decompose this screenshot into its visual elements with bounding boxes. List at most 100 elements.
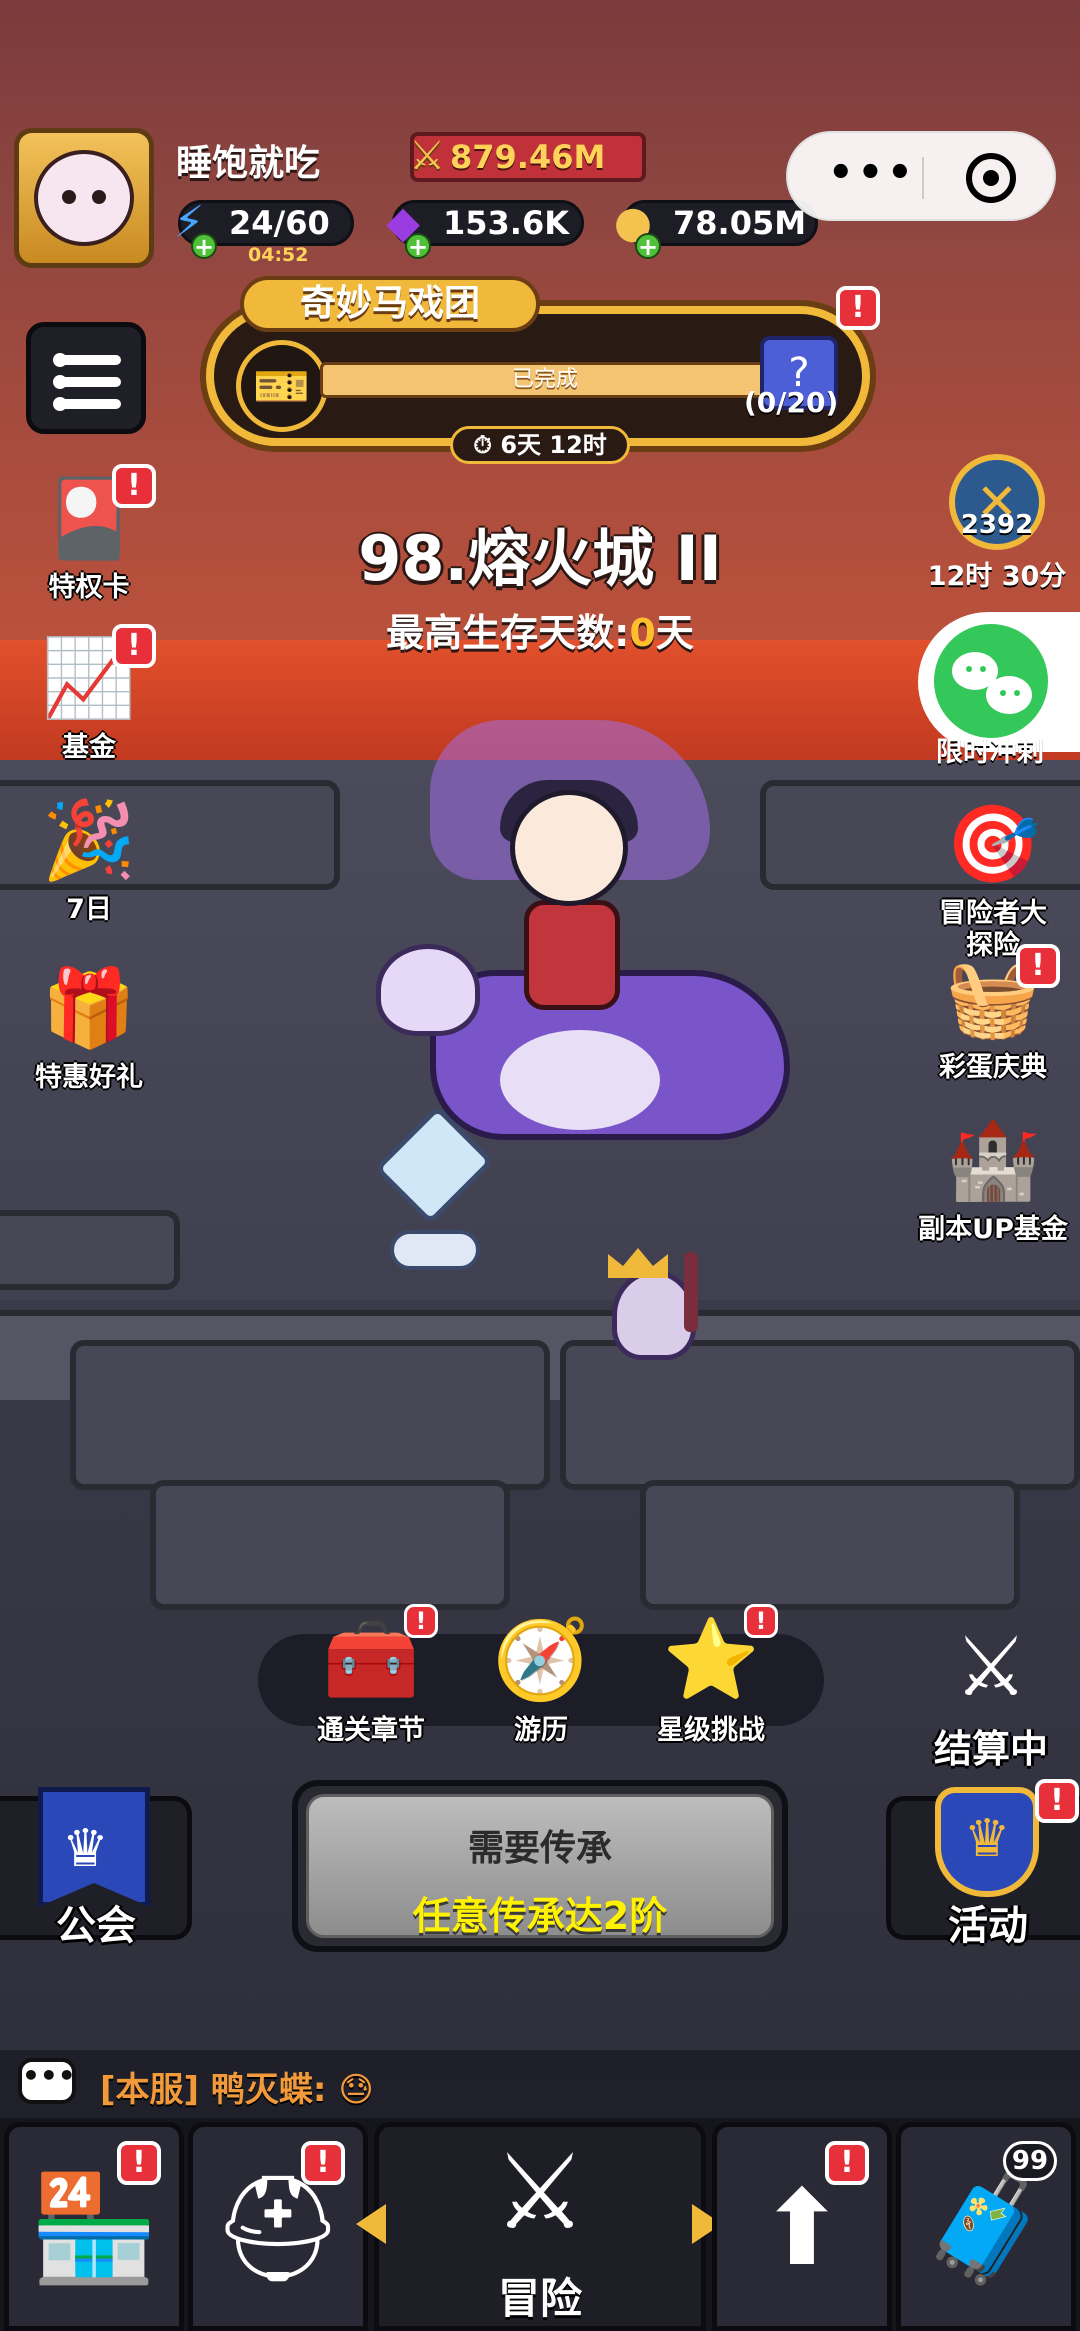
nav-left-arrow-icon[interactable] [356,2204,386,2244]
alert-badge: ! [301,2141,345,2185]
energy-value: 24/60 [229,204,330,242]
fund-button[interactable]: 📈 基金 ! [14,624,164,764]
stone-block [70,1340,550,1490]
treasure-chest-icon: 🧳 [921,2167,1051,2289]
survival-value: 0 [629,611,656,655]
close-miniprogram-icon[interactable] [966,153,1016,203]
crown-icon: ♛ [62,1819,109,1879]
crystal-cloud [390,1230,480,1270]
nav-tab-upgrade[interactable]: ⬆ ! [712,2122,892,2331]
alert-badge: ! [744,1604,778,1638]
activity-button[interactable]: ♛ 活动 ! [886,1779,1080,1949]
menu-line [53,375,121,389]
player-name: 睡饱就吃 [176,143,321,184]
sword-icon: ⚔ [409,133,445,179]
nav-tab-treasure[interactable]: 🧳 99 [896,2122,1076,2331]
alert-badge: ! [404,1604,438,1638]
arena-score: 2392 [960,510,1034,540]
event-reward-count: (0/20) [744,386,839,419]
miniprogram-capsule: ••• [786,131,1056,221]
stone-block [150,1480,510,1610]
alert-badge: ! [117,2141,161,2185]
more-menu-icon[interactable]: ••• [828,153,913,197]
easter-label: 彩蛋庆典 [939,1052,1047,1083]
crystal-gem [373,1104,495,1226]
arena-button[interactable]: ✕ 2392 12时 30分 [922,454,1072,593]
travel-button[interactable]: 🧭 游历 [456,1604,626,1747]
star-challenge-button[interactable]: ⭐ 星级挑战 ! [626,1604,796,1747]
compass-icon: 🧭 [492,1615,590,1705]
stone-block [640,1480,1020,1610]
quest-panel: 需要传承 任意传承达2阶 [306,1794,774,1938]
alert-badge: ! [112,624,156,668]
activity-label: 活动 [948,1903,1028,1949]
chat-message: [本服] 鸭灭蝶: 😓 [100,2062,374,2111]
survival-prefix: 最高生存天数: [386,611,630,655]
wechat-icon [934,624,1048,738]
stone-block [0,1210,180,1290]
travel-label: 游历 [514,1715,568,1746]
gold-counter[interactable]: ● + 78.05M [614,197,818,259]
player-avatar[interactable] [14,128,154,268]
hero-robe [524,900,620,1010]
crossed-swords-icon: ⚔ [954,1620,1028,1715]
event-timer: ⏱ 6天 12时 [450,426,630,464]
inheritance-quest-button[interactable]: 需要传承 任意传承达2阶 [292,1780,788,1952]
event-progress-bar: 已完成 [320,362,770,398]
quest-line-1: 需要传承 [467,1828,612,1869]
nav-tab-adventure[interactable]: ⚔ 冒险 [374,2122,706,2331]
guild-label: 公会 [56,1903,136,1949]
seven-day-button[interactable]: 🎉 7日 [14,786,164,926]
chat-bar[interactable]: ••• [本服] 鸭灭蝶: 😓 [0,2050,1080,2118]
chest-count-badge: 99 [1003,2141,1057,2181]
privilege-card-button[interactable]: 🎴 特权卡 ! [14,464,164,604]
dragon-belly [500,1030,660,1130]
nav-tab-shop[interactable]: 🏪 ! [4,2122,184,2331]
event-time-left: 6天 12时 [500,431,607,459]
gem-value: 153.6K [443,204,570,242]
special-gift-button[interactable]: 🎁 特惠好礼 [14,954,164,1094]
crossed-swords-icon: ⚔ [493,2131,587,2253]
capsule-divider [922,157,924,199]
chat-bubble-shape [986,676,1032,714]
menu-line [53,397,121,411]
combat-power-value: 879.46M [450,138,606,176]
alert-badge: ! [112,464,156,508]
alert-badge: ! [1035,1779,1079,1823]
energy-timer: 04:52 [248,244,309,266]
unicorn-slime-pet [376,944,480,1036]
chat-icon[interactable]: ••• [18,2058,76,2104]
menu-line [53,353,121,367]
chapter-clear-label: 通关章节 [317,1715,425,1746]
event-title: 奇妙马戏团 [240,276,540,332]
add-gold-button[interactable]: + [635,233,661,259]
dungeon-fund-label: 副本UP基金 [918,1214,1068,1245]
adventure-button[interactable]: 🎯 冒险者大探险 [918,790,1068,962]
treasure-wheel-icon: 🎯 [945,799,1041,888]
ticket-icon: 🎫 [236,340,328,432]
scepter-icon [684,1252,698,1332]
alert-badge: ! [836,286,880,330]
alert-badge: ! [825,2141,869,2185]
gem-counter[interactable]: ◆ + 153.6K [386,197,584,259]
settlement-button[interactable]: ⚔ 结算中 [916,1612,1066,1773]
seven-day-icon: 🎉 [41,795,137,884]
chapter-clear-button[interactable]: 🧰 通关章节 ! [286,1604,456,1747]
dungeon-fund-button[interactable]: 🏰 副本UP基金 [918,1106,1068,1246]
arena-time: 12时 30分 [927,561,1067,592]
easter-button[interactable]: 🧺 彩蛋庆典 ! [918,944,1068,1084]
combat-power[interactable]: ⚔ 879.46M [409,132,646,182]
nav-adventure-label: 冒险 [497,2274,582,2323]
guild-button[interactable]: ♛ 公会 [0,1787,192,1949]
main-menu-button[interactable] [26,322,146,434]
energy-counter[interactable]: ⚡ + 24/60 [174,197,354,259]
add-gems-button[interactable]: + [405,233,431,259]
quest-line-2: 任意传承达2阶 [412,1894,668,1938]
fund-label: 基金 [62,732,116,763]
add-energy-button[interactable]: + [191,233,217,259]
nav-tab-equipment[interactable]: ⛑ ! [188,2122,368,2331]
hero-face [510,790,628,906]
limited-sprint-label: 限时冲刺 [936,737,1044,768]
chat-text: [本服] 鸭灭蝶: [100,2070,327,2110]
gift-box-icon: 🎁 [41,963,137,1052]
